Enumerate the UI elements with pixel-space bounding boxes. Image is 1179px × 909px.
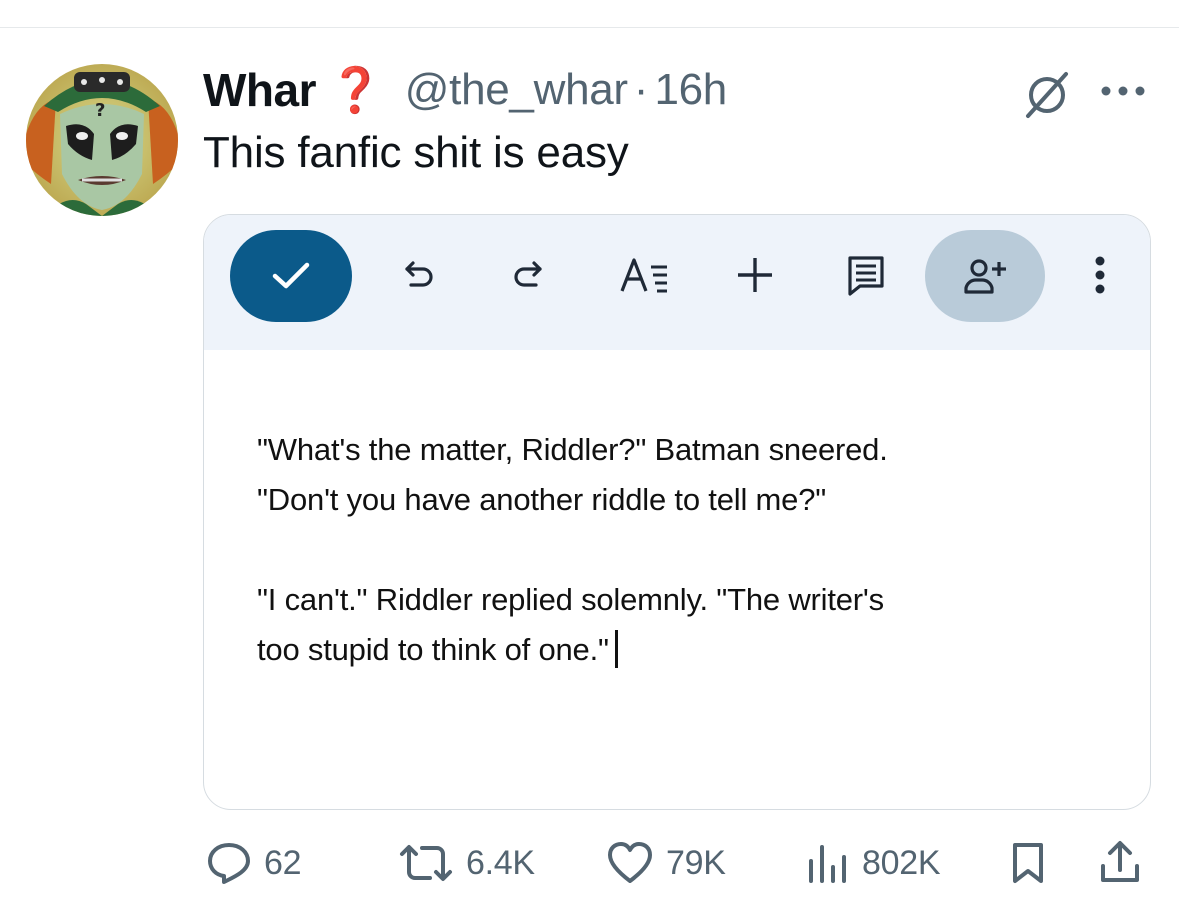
- doc-line: "Don't you have another riddle to tell m…: [257, 482, 827, 517]
- redo-icon: [514, 261, 542, 287]
- document-body[interactable]: "What's the matter, Riddler?" Batman sne…: [257, 425, 1117, 675]
- author-name[interactable]: Whar: [203, 63, 317, 117]
- share-icon: [1101, 841, 1139, 882]
- share-tweet-button[interactable]: [1098, 832, 1142, 894]
- undo-button[interactable]: [397, 253, 441, 297]
- doc-line: "I can't." Riddler replied solemnly. "Th…: [257, 582, 884, 617]
- views-icon: [809, 845, 846, 883]
- insert-button[interactable]: [733, 253, 777, 297]
- redo-button[interactable]: [506, 253, 550, 297]
- comment-button[interactable]: [844, 253, 888, 297]
- like-button[interactable]: 79K: [606, 832, 726, 894]
- reply-icon: [208, 843, 250, 884]
- checkmark-icon: [272, 262, 310, 289]
- text-format-button[interactable]: [617, 253, 673, 297]
- text-cursor: [614, 630, 618, 668]
- bookmark-button[interactable]: [1010, 832, 1046, 894]
- insert-icon: [738, 258, 772, 292]
- question-mark-emoji: ❓: [328, 65, 383, 116]
- grok-icon[interactable]: [1022, 70, 1072, 120]
- more-vertical-icon: [1095, 256, 1105, 294]
- avatar[interactable]: ?: [26, 64, 178, 216]
- repost-count: 6.4K: [466, 843, 535, 882]
- text-format-icon: [620, 258, 667, 293]
- doc-last-line: too stupid to think of one.": [257, 625, 1117, 675]
- comment-icon: [848, 256, 884, 296]
- editor-toolbar: [204, 215, 1150, 350]
- share-button[interactable]: [925, 230, 1045, 322]
- bookmark-icon: [1013, 843, 1043, 883]
- heart-icon: [608, 842, 652, 883]
- more-options-button[interactable]: [1078, 253, 1122, 297]
- top-divider: [0, 27, 1179, 28]
- timestamp[interactable]: 16h: [654, 65, 727, 115]
- views-button[interactable]: 802K: [806, 832, 941, 894]
- tweet-header: Whar ❓ @the_whar · 16h: [203, 60, 727, 120]
- undo-icon: [405, 261, 433, 287]
- tweet-text: This fanfic shit is easy: [203, 128, 629, 177]
- view-count: 802K: [862, 843, 941, 882]
- reply-button[interactable]: 62: [206, 832, 302, 894]
- add-person-icon: [964, 259, 1006, 294]
- repost-icon: [400, 845, 452, 881]
- repost-button[interactable]: 6.4K: [398, 832, 535, 894]
- doc-line: "What's the matter, Riddler?" Batman sne…: [257, 432, 888, 467]
- doc-line-text: too stupid to think of one.": [257, 632, 609, 667]
- separator-dot: ·: [633, 65, 649, 114]
- action-bar: 62 6.4K 79K 802K: [0, 832, 1179, 894]
- done-button[interactable]: [230, 230, 352, 322]
- avatar-image: ?: [26, 64, 178, 216]
- attached-image[interactable]: "What's the matter, Riddler?" Batman sne…: [203, 214, 1151, 810]
- svg-text:?: ?: [95, 100, 105, 121]
- author-handle[interactable]: @the_whar: [405, 65, 628, 115]
- like-count: 79K: [666, 843, 726, 882]
- reply-count: 62: [264, 843, 302, 882]
- more-icon[interactable]: [1098, 84, 1148, 98]
